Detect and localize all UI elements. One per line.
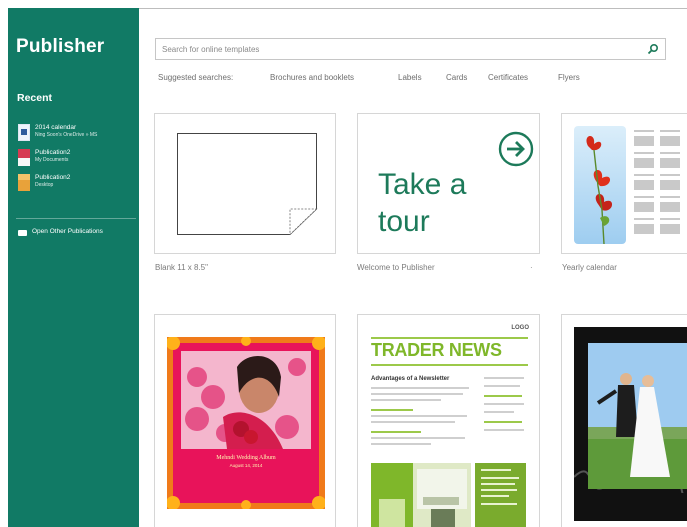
text-line	[484, 403, 524, 405]
sidebar-divider	[16, 218, 136, 219]
suggested-search-link[interactable]: Labels	[398, 73, 422, 82]
open-other-label: Open Other Publications	[32, 228, 103, 235]
suggested-searches-label: Suggested searches:	[158, 73, 234, 82]
suggested-search-link[interactable]: Flyers	[558, 73, 580, 82]
text-line	[371, 443, 431, 445]
folder-icon	[18, 230, 27, 236]
newsletter-sidebar-box	[475, 463, 526, 527]
newsletter-rule	[371, 337, 528, 339]
calendar-grid	[634, 130, 680, 234]
app-title: Publisher	[16, 36, 105, 57]
publication-icon	[18, 149, 30, 166]
top-border	[139, 8, 687, 9]
text-line	[484, 385, 520, 387]
template-wedding-photo[interactable]	[561, 314, 687, 527]
text-line	[371, 393, 463, 395]
open-other-publications-button[interactable]: Open Other Publications	[16, 227, 138, 239]
text-line	[484, 411, 514, 413]
publication-icon	[18, 124, 30, 141]
suggested-search-link[interactable]: Brochures and booklets	[270, 73, 354, 82]
text-line	[371, 387, 469, 389]
arrow-right-icon	[498, 131, 534, 167]
recent-item[interactable]: Publication2 Desktop	[16, 173, 138, 195]
pin-icon[interactable]: ·	[530, 263, 533, 272]
template-caption: Blank 11 x 8.5"	[155, 263, 208, 272]
wedding-card-image	[167, 337, 325, 509]
search-input[interactable]	[162, 42, 632, 56]
template-blank[interactable]	[154, 113, 336, 254]
backstage-sidebar: Publisher Recent 2014 calendar Ning Soon…	[8, 8, 139, 527]
publication-icon	[18, 174, 30, 191]
newsletter-headline: Advantages of a Newsletter	[371, 376, 450, 382]
tour-text-line2: tour	[378, 205, 430, 238]
recent-item-name: Publication2	[35, 174, 71, 181]
recent-item[interactable]: 2014 calendar Ning Soon's OneDrive » MS	[16, 123, 138, 145]
subheading-line	[371, 431, 421, 433]
card-date: August 14, 2014	[229, 463, 263, 468]
text-line	[371, 399, 441, 401]
recent-item-name: Publication2	[35, 149, 71, 156]
recent-item[interactable]: Publication2 My Documents	[16, 148, 138, 170]
wedding-photo	[574, 327, 687, 521]
template-newsletter[interactable]: LOGO TRADER NEWS Advantages of a Newslet…	[357, 314, 540, 527]
text-line	[484, 429, 524, 431]
newsletter-photo	[371, 463, 471, 527]
suggested-search-link[interactable]: Cards	[446, 73, 467, 82]
search-box[interactable]	[155, 38, 666, 60]
subheading-line	[371, 409, 413, 411]
subheading-line	[484, 395, 522, 397]
recent-header: Recent	[17, 92, 53, 104]
suggested-search-link[interactable]: Certificates	[488, 73, 528, 82]
newsletter-logo: LOGO	[511, 325, 529, 331]
newsletter-rule	[371, 364, 528, 366]
text-line	[371, 437, 465, 439]
template-yearly-calendar[interactable]	[561, 113, 687, 254]
text-line	[371, 421, 455, 423]
template-caption: Yearly calendar	[562, 263, 617, 272]
search-icon[interactable]	[647, 43, 659, 55]
text-line	[371, 415, 467, 417]
template-wedding-album[interactable]: Mehndi Wedding Album August 14, 2014	[154, 314, 336, 527]
recent-item-name: 2014 calendar	[35, 124, 77, 131]
tour-text-line1: Take a	[378, 168, 467, 201]
recent-item-path: Ning Soon's OneDrive » MS	[35, 132, 98, 138]
template-caption: Welcome to Publisher	[357, 263, 435, 272]
flower-photo	[574, 126, 626, 244]
card-title: Mehndi Wedding Album	[216, 455, 276, 461]
template-take-a-tour[interactable]: Take a tour	[357, 113, 540, 254]
recent-item-path: My Documents	[35, 157, 69, 163]
newsletter-title: TRADER NEWS	[371, 340, 502, 360]
subheading-line	[484, 421, 522, 423]
text-line	[484, 377, 524, 379]
recent-item-path: Desktop	[35, 182, 54, 188]
blank-page-icon	[177, 133, 318, 235]
